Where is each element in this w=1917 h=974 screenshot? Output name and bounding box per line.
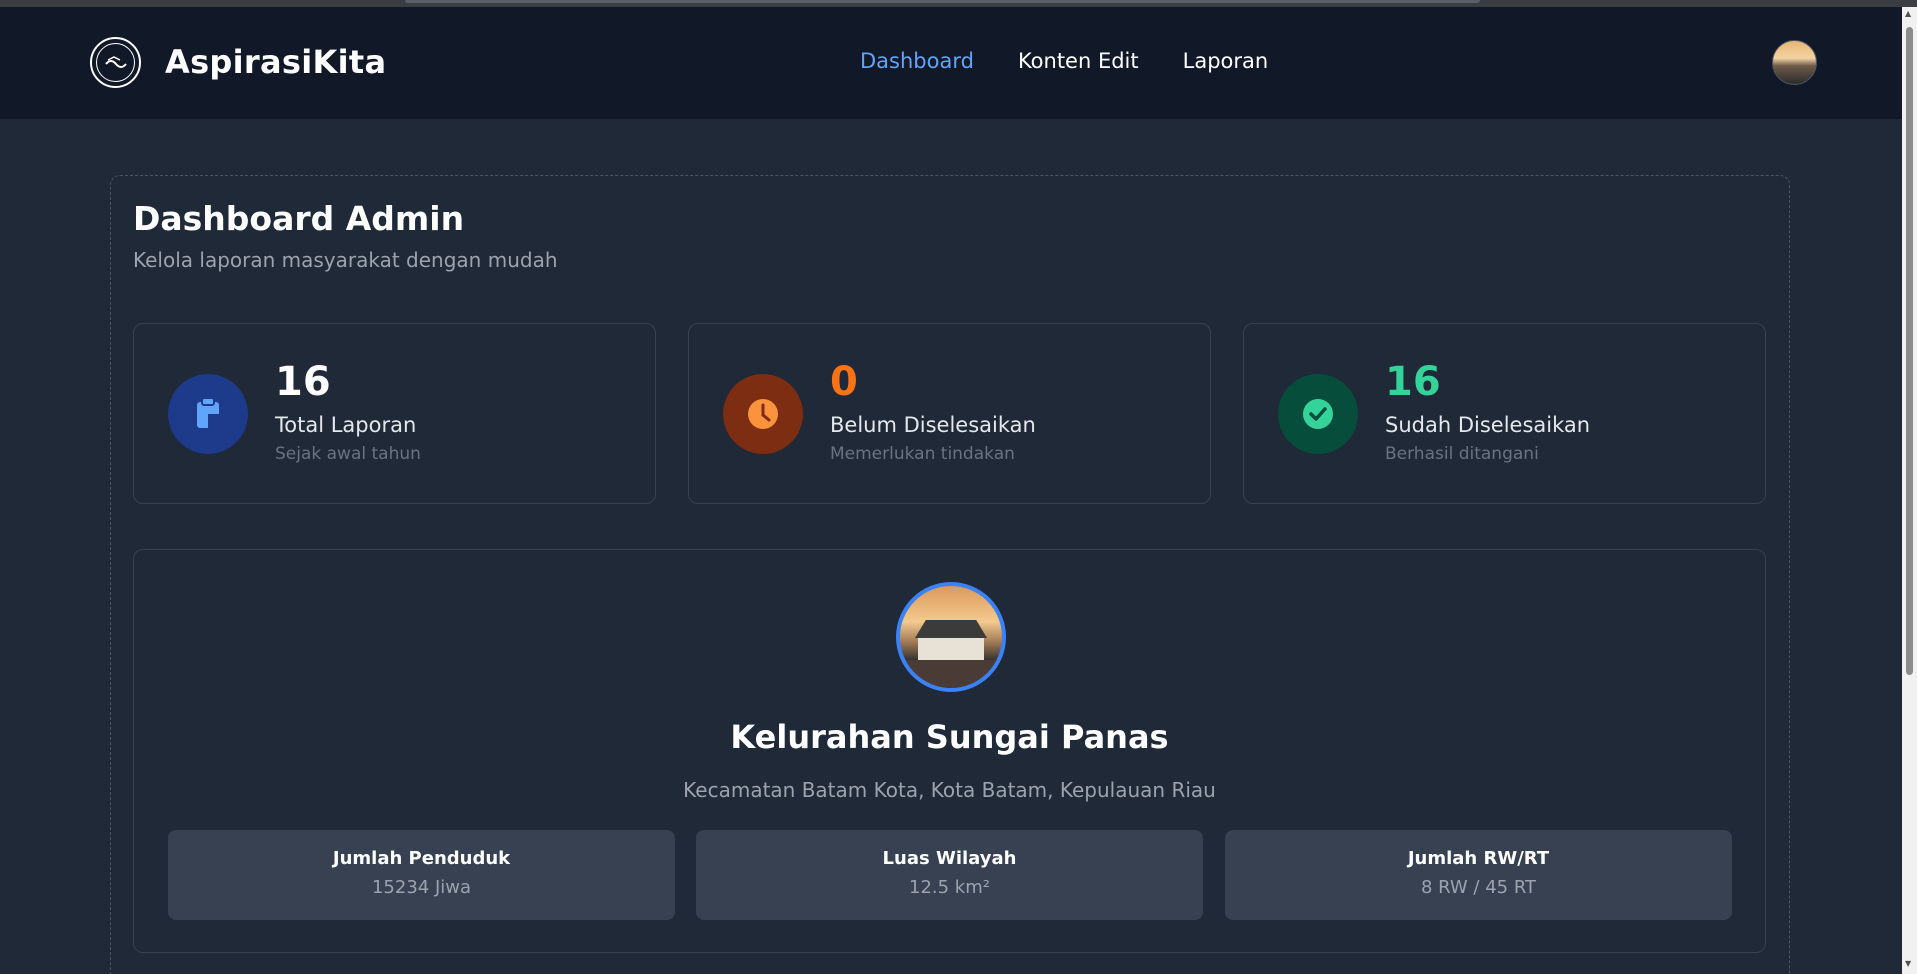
village-profile-card: Kelurahan Sungai Panas Kecamatan Batam K…	[133, 549, 1766, 953]
info-label: Luas Wilayah	[882, 848, 1017, 869]
scroll-up-arrow-icon[interactable]: ▲	[1905, 9, 1911, 18]
browser-top-strip	[0, 0, 1917, 7]
info-value: 12.5 km²	[909, 877, 990, 898]
stat-value: 16	[1385, 359, 1441, 405]
stat-sub: Berhasil ditangani	[1385, 444, 1539, 464]
page-subtitle: Kelola laporan masyarakat dengan mudah	[133, 248, 558, 272]
stat-label: Sudah Diselesaikan	[1385, 413, 1591, 437]
brand-name[interactable]: AspirasiKita	[165, 43, 386, 81]
stat-card-belum-diselesaikan: 0 Belum Diselesaikan Memerlukan tindakan	[688, 323, 1211, 504]
main-nav: Dashboard Konten Edit Laporan	[860, 49, 1268, 73]
navbar: AspirasiKita Dashboard Konten Edit Lapor…	[0, 7, 1902, 119]
stat-card-total-laporan: 16 Total Laporan Sejak awal tahun	[133, 323, 656, 504]
clock-icon	[723, 374, 803, 454]
logo-icon[interactable]	[90, 37, 141, 88]
check-circle-icon	[1278, 374, 1358, 454]
nav-link-laporan[interactable]: Laporan	[1183, 49, 1269, 73]
stat-sub: Memerlukan tindakan	[830, 444, 1015, 464]
info-box-jumlah-rw-rt: Jumlah RW/RT 8 RW / 45 RT	[1225, 830, 1732, 920]
village-office-photo	[896, 582, 1006, 692]
clipboard-icon	[168, 374, 248, 454]
scrollbar[interactable]: ▲ ▼	[1902, 7, 1917, 974]
stat-card-sudah-diselesaikan: 16 Sudah Diselesaikan Berhasil ditangani	[1243, 323, 1766, 504]
browser-tab-indicator	[405, 0, 1480, 3]
info-box-luas-wilayah: Luas Wilayah 12.5 km²	[696, 830, 1203, 920]
info-value: 15234 Jiwa	[371, 877, 472, 898]
scroll-down-arrow-icon[interactable]: ▼	[1905, 959, 1911, 968]
info-label: Jumlah RW/RT	[1407, 848, 1550, 869]
info-label: Jumlah Penduduk	[332, 848, 511, 869]
village-name: Kelurahan Sungai Panas	[730, 718, 1169, 756]
info-value: 8 RW / 45 RT	[1420, 877, 1537, 898]
page-title: Dashboard Admin	[133, 199, 465, 238]
nav-link-dashboard[interactable]: Dashboard	[860, 49, 974, 73]
stat-value: 16	[275, 359, 331, 405]
scrollbar-thumb[interactable]	[1906, 27, 1913, 675]
stat-label: Total Laporan	[275, 413, 417, 437]
stat-label: Belum Diselesaikan	[830, 413, 1036, 437]
nav-link-konten-edit[interactable]: Konten Edit	[1018, 49, 1139, 73]
stat-sub: Sejak awal tahun	[275, 444, 421, 464]
stat-value: 0	[830, 359, 858, 405]
user-avatar[interactable]	[1772, 40, 1817, 85]
info-box-jumlah-penduduk: Jumlah Penduduk 15234 Jiwa	[168, 830, 675, 920]
village-address: Kecamatan Batam Kota, Kota Batam, Kepula…	[683, 778, 1216, 802]
